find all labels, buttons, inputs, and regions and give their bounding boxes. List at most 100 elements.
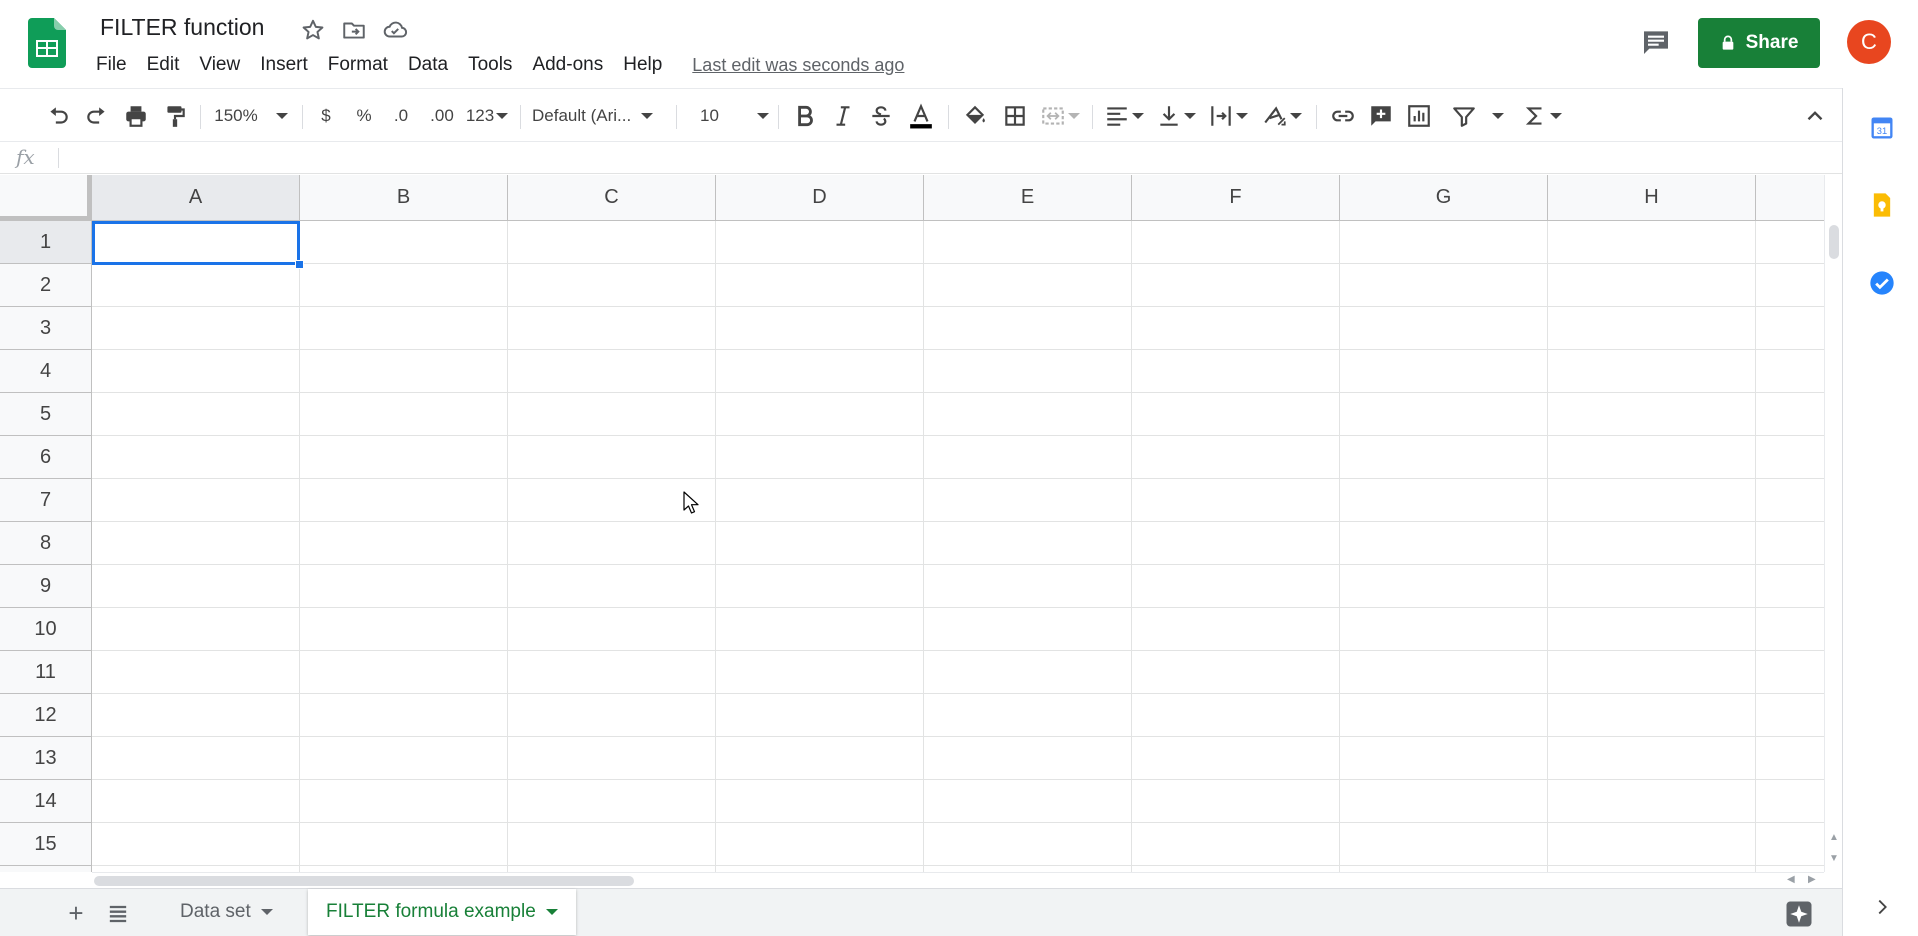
italic-icon[interactable] (828, 99, 858, 133)
star-icon[interactable] (300, 17, 326, 43)
cell-h7[interactable] (1548, 479, 1756, 522)
insert-chart-icon[interactable] (1404, 99, 1434, 133)
share-button[interactable]: Share (1698, 18, 1820, 68)
redo-icon[interactable] (82, 99, 112, 133)
sheet-tab-data-set[interactable]: Data set (162, 889, 291, 935)
select-all-corner[interactable] (0, 175, 92, 221)
row-header-13[interactable]: 13 (0, 737, 92, 780)
scroll-down-icon[interactable]: ▼ (1829, 853, 1839, 864)
paint-format-icon[interactable] (160, 99, 190, 133)
cell-f14[interactable] (1132, 780, 1340, 823)
cell-c13[interactable] (508, 737, 716, 780)
cell-g12[interactable] (1340, 694, 1548, 737)
cell-g15[interactable] (1340, 823, 1548, 866)
fill-color-icon[interactable] (958, 99, 992, 133)
insert-comment-icon[interactable] (1366, 99, 1396, 133)
cell-e3[interactable] (924, 307, 1132, 350)
bold-icon[interactable] (790, 99, 820, 133)
menu-add-ons[interactable]: Add-ons (522, 54, 613, 76)
cell-a15[interactable] (92, 823, 300, 866)
cell-h3[interactable] (1548, 307, 1756, 350)
column-header-g[interactable]: G (1340, 175, 1548, 221)
active-cell-A1[interactable] (92, 221, 300, 265)
row-header-15[interactable]: 15 (0, 823, 92, 866)
cell-e15[interactable] (924, 823, 1132, 866)
cell-g5[interactable] (1340, 393, 1548, 436)
formula-input[interactable] (68, 146, 1828, 170)
font-size-select[interactable]: 10 (686, 99, 769, 133)
cell-h15[interactable] (1548, 823, 1756, 866)
cell-a9[interactable] (92, 565, 300, 608)
avatar[interactable]: C (1847, 20, 1891, 64)
cell-b9[interactable] (300, 565, 508, 608)
text-rotation-icon[interactable] (1258, 99, 1306, 133)
tasks-icon[interactable] (1868, 216, 1896, 244)
cell-h9[interactable] (1548, 565, 1756, 608)
cell-e10[interactable] (924, 608, 1132, 651)
menu-file[interactable]: File (86, 54, 137, 76)
cell-g9[interactable] (1340, 565, 1548, 608)
cell-f13[interactable] (1132, 737, 1340, 780)
scroll-up-icon[interactable]: ▲ (1829, 832, 1839, 843)
row-header-3[interactable]: 3 (0, 307, 92, 350)
format-as-percent-button[interactable]: % (350, 99, 378, 133)
borders-icon[interactable] (1000, 99, 1030, 133)
cell-a11[interactable] (92, 651, 300, 694)
move-to-folder-icon[interactable] (341, 17, 367, 43)
cell-d7[interactable] (716, 479, 924, 522)
cell-h10[interactable] (1548, 608, 1756, 651)
cell-g7[interactable] (1340, 479, 1548, 522)
insert-link-icon[interactable] (1326, 99, 1360, 133)
cell-e2[interactable] (924, 264, 1132, 307)
cell-f11[interactable] (1132, 651, 1340, 694)
cell-e11[interactable] (924, 651, 1132, 694)
row-header-4[interactable]: 4 (0, 350, 92, 393)
tasks-icon[interactable] (1868, 269, 1896, 297)
collapse-toolbar-icon[interactable] (1800, 99, 1830, 133)
undo-icon[interactable] (43, 99, 73, 133)
cell-a3[interactable] (92, 307, 300, 350)
cell-g1[interactable] (1340, 221, 1548, 264)
horizontal-scroll-thumb[interactable] (94, 876, 634, 886)
font-family-select[interactable]: Default (Ari... (532, 99, 666, 133)
all-sheets-list-icon[interactable] (104, 900, 132, 928)
fill-handle[interactable] (295, 260, 304, 269)
cell-f12[interactable] (1132, 694, 1340, 737)
cell-c3[interactable] (508, 307, 716, 350)
cell-g13[interactable] (1340, 737, 1548, 780)
cell-c9[interactable] (508, 565, 716, 608)
vertical-scrollbar[interactable]: ▲ ▼ (1824, 175, 1842, 872)
format-as-currency-button[interactable]: $ (312, 99, 340, 133)
column-header-a[interactable]: A (92, 175, 300, 221)
column-header-f[interactable]: F (1132, 175, 1340, 221)
cell-c10[interactable] (508, 608, 716, 651)
column-header-e[interactable]: E (924, 175, 1132, 221)
cell-d6[interactable] (716, 436, 924, 479)
cell-a12[interactable] (92, 694, 300, 737)
row-header-14[interactable]: 14 (0, 780, 92, 823)
vertical-align-icon[interactable] (1154, 99, 1198, 133)
chevron-right-icon[interactable] (1871, 896, 1893, 918)
cell-e13[interactable] (924, 737, 1132, 780)
scroll-left-icon[interactable]: ◀ (1787, 874, 1795, 885)
horizontal-align-icon[interactable] (1102, 99, 1146, 133)
cell-h13[interactable] (1548, 737, 1756, 780)
cell-c14[interactable] (508, 780, 716, 823)
cell-e8[interactable] (924, 522, 1132, 565)
cell-e1[interactable] (924, 221, 1132, 264)
cell-a14[interactable] (92, 780, 300, 823)
column-header-h[interactable]: H (1548, 175, 1756, 221)
row-header-10[interactable]: 10 (0, 608, 92, 651)
cell-e9[interactable] (924, 565, 1132, 608)
cell-b7[interactable] (300, 479, 508, 522)
sheet-tab-filter-formula-example[interactable]: FILTER formula example (308, 889, 576, 935)
cell-h4[interactable] (1548, 350, 1756, 393)
cell-c5[interactable] (508, 393, 716, 436)
cell-e14[interactable] (924, 780, 1132, 823)
cell-e6[interactable] (924, 436, 1132, 479)
cell-f5[interactable] (1132, 393, 1340, 436)
text-color-icon[interactable] (904, 99, 938, 133)
cell-f10[interactable] (1132, 608, 1340, 651)
cell-a7[interactable] (92, 479, 300, 522)
row-header-1[interactable]: 1 (0, 221, 92, 264)
